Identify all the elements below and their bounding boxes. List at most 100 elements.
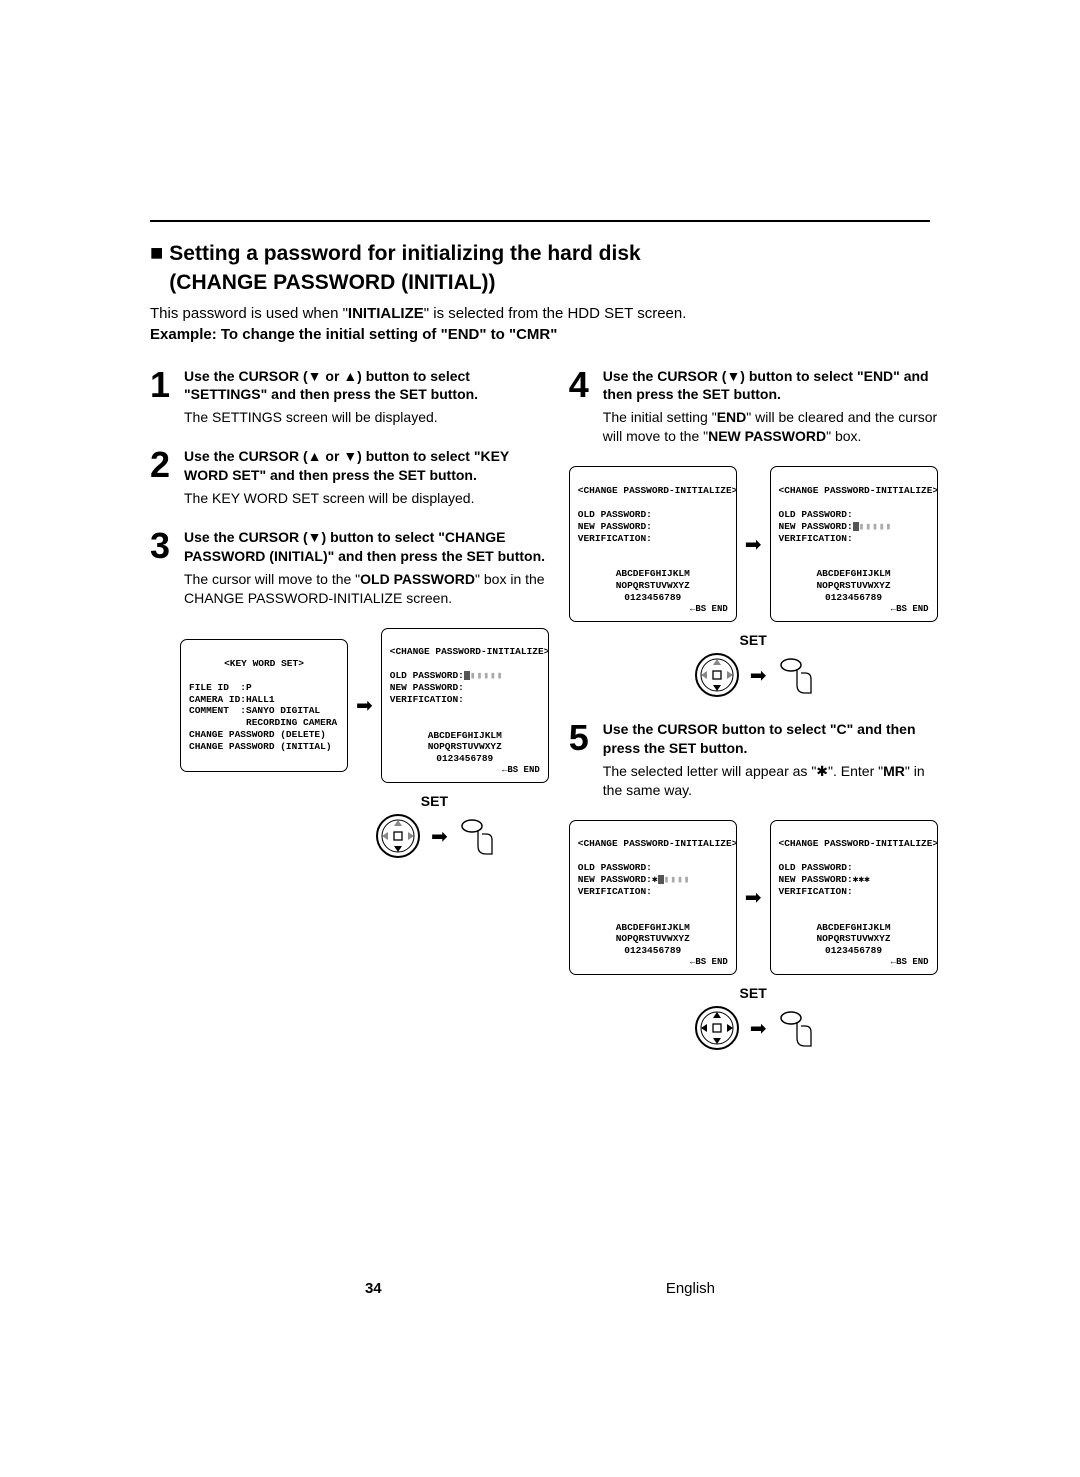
osd-alpha2: NOPQRSTUVWXYZ [816, 580, 890, 591]
set-label: SET [740, 632, 767, 648]
osd-alpha1: ABCDEFGHIJKLM [428, 730, 502, 741]
step-4: 4 Use the CURSOR (▼) button to select "E… [569, 367, 938, 447]
step-5-osd-row: <CHANGE PASSWORD-INITIALIZE> OLD PASSWOR… [569, 820, 938, 976]
osd-new-pw: NEW PASSWORD: [390, 682, 464, 693]
osd-old-pw: OLD PASSWORD: [578, 509, 652, 520]
osd-dim: ▮▮▮▮▮ [470, 670, 504, 681]
osd-old-pw: OLD PASSWORD: [578, 862, 652, 873]
step-4-number: 4 [569, 367, 603, 447]
step-1-number: 1 [150, 367, 184, 428]
osd-bsend: ←BS END [390, 765, 540, 776]
step-3-body-bold: OLD PASSWORD [360, 571, 475, 587]
step-1-heading: Use the CURSOR (▼ or ▲) button to select… [184, 367, 549, 405]
step-5: 5 Use the CURSOR button to select "C" an… [569, 720, 938, 800]
osd-cp-cmr: <CHANGE PASSWORD-INITIALIZE> OLD PASSWOR… [770, 820, 938, 976]
step-4-osd-row: <CHANGE PASSWORD-INITIALIZE> OLD PASSWOR… [569, 466, 938, 622]
section-title-line1: Setting a password for initializing the … [169, 240, 640, 267]
step-1-body: The SETTINGS screen will be displayed. [184, 408, 549, 427]
osd-alpha2: NOPQRSTUVWXYZ [428, 741, 502, 752]
osd-new-pw: NEW PASSWORD: [779, 874, 853, 885]
osd-change-pw-oldcursor: <CHANGE PASSWORD-INITIALIZE> OLD PASSWOR… [381, 628, 549, 784]
osd-keyword-l3: COMMENT :SANYO DIGITAL [189, 705, 320, 716]
set-label: SET [740, 985, 767, 1001]
step-3-heading: Use the CURSOR (▼) button to select "CHA… [184, 528, 549, 566]
arrow-right-icon: ➡ [750, 663, 767, 688]
page-footer: 34 English [0, 1280, 1080, 1297]
set-graphic: ➡ [375, 813, 494, 859]
intro-text: This password is used when "INITIALIZE" … [150, 305, 930, 322]
osd-nums: 0123456789 [624, 945, 681, 956]
horizontal-rule [150, 220, 930, 222]
step-4-body-pre: The initial setting " [603, 409, 717, 425]
set-label: SET [421, 793, 448, 809]
osd-cp-title: <CHANGE PASSWORD-INITIALIZE> [578, 838, 728, 850]
step-2-number: 2 [150, 447, 184, 508]
osd-old-pw: OLD PASSWORD: [779, 509, 853, 520]
set-graphic: ➡ [694, 1005, 813, 1051]
set-graphic: ➡ [694, 652, 813, 698]
osd-cp-title: <CHANGE PASSWORD-INITIALIZE> [779, 838, 929, 850]
step-4-body-post: " box. [826, 428, 861, 444]
osd-cp-title: <CHANGE PASSWORD-INITIALIZE> [578, 485, 728, 497]
step-5-number: 5 [569, 720, 603, 800]
osd-keyword-l5: CHANGE PASSWORD (DELETE) [189, 729, 326, 740]
osd-nums: 0123456789 [825, 945, 882, 956]
step-3: 3 Use the CURSOR (▼) button to select "C… [150, 528, 549, 608]
osd-verif: VERIFICATION: [578, 886, 652, 897]
osd-nums: 0123456789 [825, 592, 882, 603]
arrow-right-icon: ➡ [745, 532, 762, 557]
step-4-heading: Use the CURSOR (▼) button to select "END… [603, 367, 938, 405]
osd-alpha2: NOPQRSTUVWXYZ [816, 933, 890, 944]
press-button-icon [458, 816, 494, 856]
osd-alpha1: ABCDEFGHIJKLM [616, 922, 690, 933]
dpad-icon [694, 652, 740, 698]
osd-alpha2: NOPQRSTUVWXYZ [616, 933, 690, 944]
osd-keyword-l1: FILE ID :P [189, 682, 252, 693]
step-5-heading: Use the CURSOR button to select "C" and … [603, 720, 938, 758]
dpad-icon [375, 813, 421, 859]
osd-cp-before: <CHANGE PASSWORD-INITIALIZE> OLD PASSWOR… [569, 466, 737, 622]
step-4-body-bold2: NEW PASSWORD [708, 428, 826, 444]
osd-dim: ▮▮▮▮▮ [859, 521, 893, 532]
step-3-body-pre: The cursor will move to the " [184, 571, 360, 587]
footer-language: English [666, 1280, 715, 1297]
page-number: 34 [365, 1280, 382, 1297]
osd-new-pw: NEW PASSWORD: [578, 874, 652, 885]
section-title-line2: (CHANGE PASSWORD (INITIAL)) [169, 269, 640, 296]
step-1: 1 Use the CURSOR (▼ or ▲) button to sele… [150, 367, 549, 428]
step-5-body: The selected letter will appear as "✱". … [603, 762, 938, 800]
dpad-all-icon [694, 1005, 740, 1051]
osd-cp-after: <CHANGE PASSWORD-INITIALIZE> OLD PASSWOR… [770, 466, 938, 622]
step-3-number: 3 [150, 528, 184, 608]
osd-new-pw: NEW PASSWORD: [779, 521, 853, 532]
arrow-right-icon: ➡ [750, 1016, 767, 1041]
osd-bsend: ←BS END [779, 957, 929, 968]
section-bullet-icon: ■ [150, 240, 163, 266]
osd-keyword-title: <KEY WORD SET> [189, 658, 339, 670]
osd-bsend: ←BS END [779, 604, 929, 615]
arrow-right-icon: ➡ [356, 693, 373, 718]
osd-alpha1: ABCDEFGHIJKLM [616, 568, 690, 579]
arrow-right-icon: ➡ [431, 824, 448, 849]
osd-cp-c: <CHANGE PASSWORD-INITIALIZE> OLD PASSWOR… [569, 820, 737, 976]
step-2-body: The KEY WORD SET screen will be displaye… [184, 489, 549, 508]
section-heading: ■ Setting a password for initializing th… [150, 240, 930, 299]
osd-verif: VERIFICATION: [779, 886, 853, 897]
osd-bsend: ←BS END [578, 604, 728, 615]
osd-bsend: ←BS END [578, 957, 728, 968]
osd-cp-title: <CHANGE PASSWORD-INITIALIZE> [390, 646, 540, 658]
step-3-osd-row: <KEY WORD SET> FILE ID :P CAMERA ID:HALL… [180, 628, 549, 784]
osd-keyword-set: <KEY WORD SET> FILE ID :P CAMERA ID:HALL… [180, 639, 348, 772]
osd-cp-title: <CHANGE PASSWORD-INITIALIZE> [779, 485, 929, 497]
osd-nums: 0123456789 [436, 753, 493, 764]
intro-post: " is selected from the HDD SET screen. [424, 305, 687, 322]
osd-keyword-l6: CHANGE PASSWORD (INITIAL) [189, 741, 332, 752]
press-button-icon [777, 1008, 813, 1048]
osd-old-pw: OLD PASSWORD: [779, 862, 853, 873]
osd-alpha1: ABCDEFGHIJKLM [816, 922, 890, 933]
osd-keyword-l4: RECORDING CAMERA [189, 717, 337, 728]
osd-keyword-l2: CAMERA ID:HALL1 [189, 694, 275, 705]
step-2-heading: Use the CURSOR (▲ or ▼) button to select… [184, 447, 549, 485]
osd-verif: VERIFICATION: [779, 533, 853, 544]
example-line: Example: To change the initial setting o… [150, 326, 930, 343]
